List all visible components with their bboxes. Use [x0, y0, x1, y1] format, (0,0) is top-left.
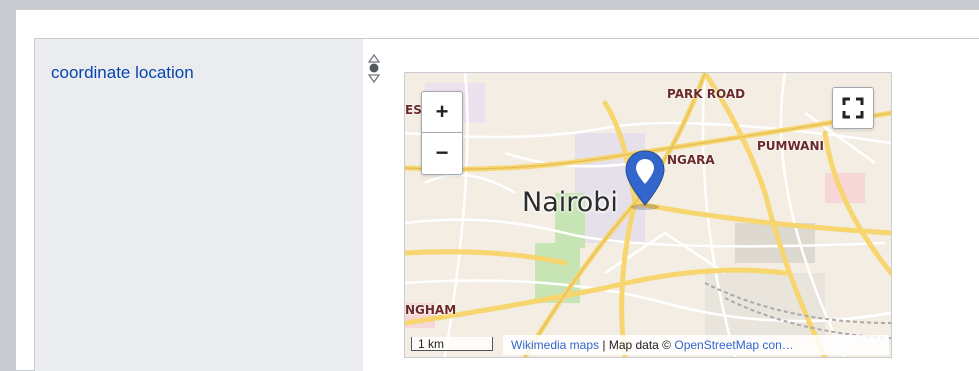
- attribution-text: | Map data ©: [599, 338, 675, 352]
- district-label-ngham: NGHAM: [405, 303, 457, 317]
- map-view[interactable]: PARK ROAD NGARA PUMWANI NGHAM ES Nairobi…: [404, 72, 892, 358]
- district-label-ngara: NGARA: [667, 153, 715, 167]
- rank-selector-icon[interactable]: [368, 53, 380, 85]
- property-link-coordinate-location[interactable]: coordinate location: [51, 63, 194, 83]
- city-label: Nairobi: [522, 187, 618, 218]
- zoom-in-icon: +: [435, 99, 449, 124]
- fullscreen-button[interactable]: [832, 87, 874, 129]
- map-marker-icon[interactable]: [623, 149, 667, 211]
- district-label-es: ES: [405, 103, 422, 117]
- map-scale: 1 km: [411, 337, 493, 351]
- wikimedia-maps-link[interactable]: Wikimedia maps: [511, 338, 599, 352]
- scale-label: 1 km: [418, 337, 445, 351]
- district-label-park-road: PARK ROAD: [667, 87, 746, 101]
- map-attribution: Wikimedia maps | Map data © OpenStreetMa…: [503, 335, 889, 355]
- map-tiles: [405, 73, 891, 357]
- openstreetmap-link[interactable]: OpenStreetMap con…: [674, 338, 793, 352]
- statement-panel: coordinate location PARK ROAD NGARA PUMW…: [16, 10, 979, 371]
- zoom-out-icon: −: [435, 140, 449, 165]
- zoom-out-button[interactable]: −: [422, 132, 462, 173]
- zoom-in-button[interactable]: +: [422, 92, 462, 132]
- property-column: coordinate location: [35, 39, 363, 371]
- statement-row: coordinate location PARK ROAD NGARA PUMW…: [34, 38, 979, 371]
- fullscreen-icon: [842, 97, 864, 119]
- zoom-control: + −: [421, 91, 463, 175]
- district-label-pumwani: PUMWANI: [757, 139, 824, 153]
